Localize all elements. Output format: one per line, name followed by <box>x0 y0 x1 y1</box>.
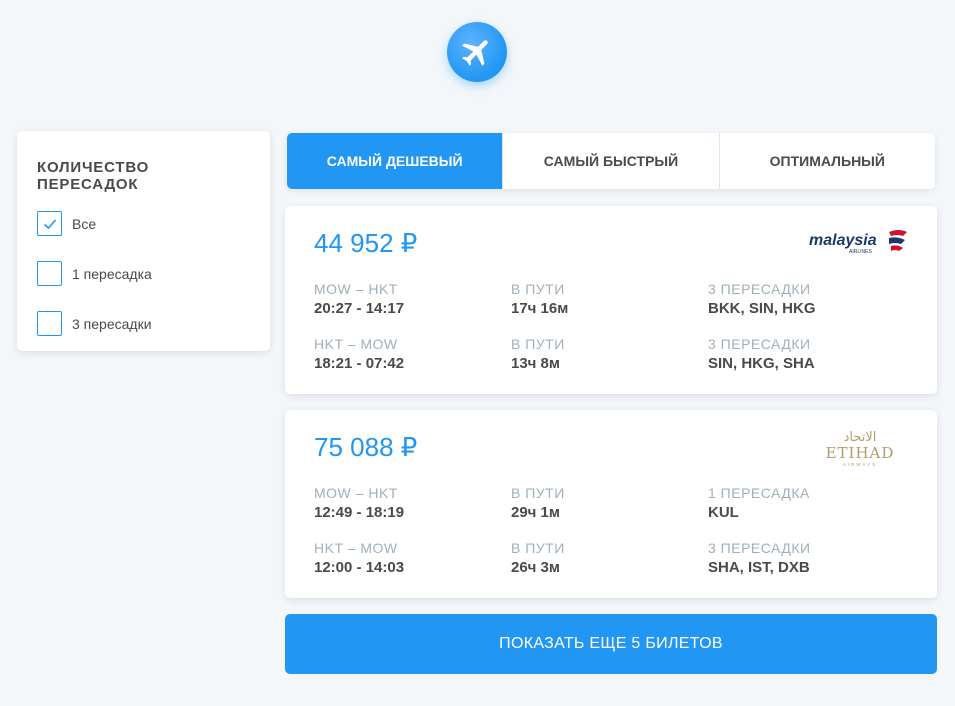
segment-return: HKT – MOW 18:21 - 07:42 В ПУТИ 13ч 8м 3 … <box>314 336 914 376</box>
airplane-icon <box>462 40 488 66</box>
filter-option-label: Все <box>72 215 97 232</box>
transfers-filter: КОЛИЧЕСТВО ПЕРЕСАДОК Все 1 пересадка 3 п… <box>17 131 270 351</box>
flight-times: 12:00 - 14:03 <box>314 559 405 576</box>
filter-title: КОЛИЧЕСТВО ПЕРЕСАДОК <box>37 159 150 193</box>
filter-option-3-transfers[interactable]: 3 пересадки <box>37 311 250 336</box>
segment-outbound: MOW – HKT 12:49 - 18:19 В ПУТИ 29ч 1м 1 … <box>314 485 914 525</box>
checkmark-icon <box>43 218 56 229</box>
filter-option-label: 1 пересадка <box>72 265 152 282</box>
duration-label: В ПУТИ <box>511 540 565 556</box>
duration-label: В ПУТИ <box>511 485 565 501</box>
tab-fastest[interactable]: САМЫЙ БЫСТРЫЙ <box>503 133 720 189</box>
checkbox-all[interactable] <box>37 211 62 236</box>
sort-tabs: САМЫЙ ДЕШЕВЫЙ САМЫЙ БЫСТРЫЙ ОПТИМАЛЬНЫЙ <box>287 133 935 189</box>
checkbox-1-transfer[interactable] <box>37 261 62 286</box>
flight-times: 12:49 - 18:19 <box>314 504 405 521</box>
route-label: MOW – HKT <box>314 485 398 501</box>
show-more-button[interactable]: ПОКАЗАТЬ ЕЩЕ 5 БИЛЕТОВ <box>285 614 937 674</box>
svg-text:الاتحاد: الاتحاد <box>844 430 877 445</box>
filter-option-all[interactable]: Все <box>37 211 250 236</box>
segment-return: HKT – MOW 12:00 - 14:03 В ПУТИ 26ч 3м 3 … <box>314 540 914 580</box>
filter-option-1-transfer[interactable]: 1 пересадка <box>37 261 250 286</box>
carrier-logo-malaysia: malaysia AIRLINES <box>809 226 909 261</box>
duration-label: В ПУТИ <box>511 281 565 297</box>
checkbox-3-transfers[interactable] <box>37 311 62 336</box>
svg-text:AIRLINES: AIRLINES <box>849 249 872 255</box>
carrier-logo-etihad: الاتحاد ETIHAD AIRWAYS <box>819 428 901 475</box>
route-label: HKT – MOW <box>314 540 398 556</box>
segment-outbound: MOW – HKT 20:27 - 14:17 В ПУТИ 17ч 16м 3… <box>314 281 914 321</box>
duration-value: 13ч 8м <box>511 355 560 372</box>
ticket-card[interactable]: 44 952 ₽ malaysia AIRLINES MOW – HKT 20:… <box>285 206 937 394</box>
stops-value: SHA, IST, DXB <box>708 559 810 576</box>
filter-option-label: 3 пересадки <box>72 315 152 332</box>
stops-label: 3 ПЕРЕСАДКИ <box>708 540 811 556</box>
duration-value: 17ч 16м <box>511 300 569 317</box>
svg-text:malaysia: malaysia <box>809 232 877 249</box>
stops-label: 3 ПЕРЕСАДКИ <box>708 336 811 352</box>
flight-times: 20:27 - 14:17 <box>314 300 405 317</box>
stops-label: 3 ПЕРЕСАДКИ <box>708 281 811 297</box>
route-label: HKT – MOW <box>314 336 398 352</box>
ticket-price: 75 088 ₽ <box>314 432 418 462</box>
etihad-airways-logo: الاتحاد ETIHAD AIRWAYS <box>826 430 895 467</box>
route-label: MOW – HKT <box>314 281 398 297</box>
stops-value: SIN, HKG, SHA <box>708 355 815 372</box>
tab-optimal[interactable]: ОПТИМАЛЬНЫЙ <box>720 133 935 189</box>
svg-text:AIRWAYS: AIRWAYS <box>843 462 877 467</box>
svg-text:ETIHAD: ETIHAD <box>826 444 895 462</box>
tab-cheapest[interactable]: САМЫЙ ДЕШЕВЫЙ <box>287 133 504 189</box>
duration-value: 26ч 3м <box>511 559 560 576</box>
duration-label: В ПУТИ <box>511 336 565 352</box>
ticket-card[interactable]: 75 088 ₽ الاتحاد ETIHAD AIRWAYS MOW – HK… <box>285 410 937 598</box>
ticket-price: 44 952 ₽ <box>314 228 418 258</box>
stops-label: 1 ПЕРЕСАДКА <box>708 485 810 501</box>
app-logo <box>447 22 507 82</box>
flight-times: 18:21 - 07:42 <box>314 355 405 372</box>
duration-value: 29ч 1м <box>511 504 560 521</box>
malaysia-airlines-logo: malaysia AIRLINES <box>809 230 907 255</box>
stops-value: KUL <box>708 504 739 521</box>
stops-value: BKK, SIN, HKG <box>708 300 816 317</box>
